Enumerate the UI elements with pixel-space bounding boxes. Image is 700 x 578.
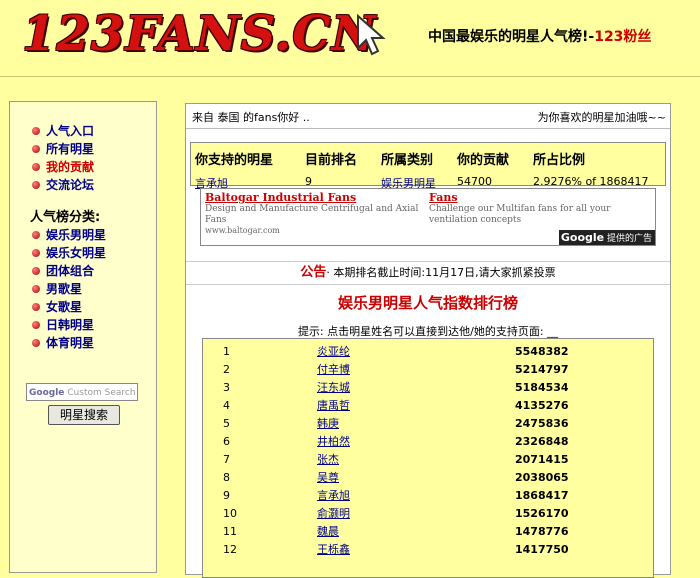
ad-desc-baltogar: Design and Manufacture Centrifugal and A…	[205, 204, 419, 225]
bullet-icon	[32, 144, 40, 153]
bullet-icon	[32, 284, 40, 293]
stats-header-ratio: 所占比例	[533, 153, 586, 168]
table-row: 2 付辛博 5214797	[203, 361, 653, 379]
stats-header-category: 所属类别	[381, 153, 434, 168]
bullet-icon	[32, 230, 40, 239]
category-heading: 人气榜分类:	[30, 210, 101, 225]
category-item-sports-stars[interactable]: 体育明星	[32, 334, 106, 352]
current-rank: 9	[305, 175, 312, 188]
table-row: 9 言承旭 1868417	[203, 487, 653, 505]
star-name-link[interactable]: 吴尊	[317, 469, 339, 487]
stats-header-rank: 目前排名	[305, 153, 358, 168]
star-name-link[interactable]: 汪东城	[317, 379, 350, 397]
announcement-text: · 本期排名截止时间:11月17日,请大家抓紧投票	[326, 266, 556, 279]
bullet-icon	[32, 162, 40, 171]
table-row: 6 井柏然 2326848	[203, 433, 653, 451]
table-row: 4 唐禹哲 4135276	[203, 397, 653, 415]
star-name-link[interactable]: 唐禹哲	[317, 397, 350, 415]
table-row: 1 炎亚纶 5548382	[203, 343, 653, 361]
star-search-button[interactable]: 明星搜索	[48, 405, 120, 425]
bullet-icon	[32, 248, 40, 257]
sidebar-item-forum[interactable]: 交流论坛	[32, 176, 94, 194]
table-row: 3 汪东城 5184534	[203, 379, 653, 397]
slogan-main: 中国最娱乐的明星人气榜!-	[428, 29, 595, 45]
site-header: 123FANS.CN 中国最娱乐的明星人气榜!-123粉丝	[0, 0, 700, 77]
ad-url-baltogar[interactable]: www.baltogar.com	[205, 226, 425, 235]
main-panel: 来自 泰国 的fans你好 .. 为你喜欢的明星加油哦~~ 你支持的明星 言承旭…	[185, 103, 671, 578]
category-item-male-stars[interactable]: 娱乐男明星	[32, 226, 106, 244]
table-row: 11 魏晨 1478776	[203, 523, 653, 541]
stats-header-contribution: 你的贡献	[457, 153, 510, 168]
sidebar-item-popularity-entry[interactable]: 人气入口	[32, 122, 94, 140]
star-name-link[interactable]: 俞灏明	[317, 505, 350, 523]
google-logo: Google	[29, 388, 65, 398]
bullet-icon	[32, 302, 40, 311]
table-row: 10 俞灏明 1526170	[203, 505, 653, 523]
sidebar-item-all-stars[interactable]: 所有明星	[32, 140, 94, 158]
table-row: 7 张杰 2071415	[203, 451, 653, 469]
contribution-stats: 你支持的明星 言承旭 目前排名 9 所属类别 娱乐男明星 你的贡献 54700 …	[190, 142, 666, 190]
category-item-female-singers[interactable]: 女歌星	[32, 298, 106, 316]
table-row: 8 吴尊 2038065	[203, 469, 653, 487]
star-name-link[interactable]: 韩庚	[317, 415, 339, 433]
ads-by-google-badge[interactable]: Google 提供的广告	[559, 230, 655, 245]
announcement-keyword: 公告	[300, 265, 327, 280]
cheer-text: 为你喜欢的明星加油哦~~	[537, 111, 666, 124]
ranking-title: 娱乐男明星人气指数排行榜	[337, 294, 518, 312]
site-slogan: 中国最娱乐的明星人气榜!-123粉丝	[428, 26, 651, 46]
slogan-accent: 123粉丝	[594, 29, 652, 45]
announcement-bar: 公告· 本期排名截止时间:11月17日,请大家抓紧投票	[186, 261, 670, 285]
star-name-link[interactable]: 言承旭	[317, 487, 350, 505]
bullet-icon	[32, 266, 40, 275]
google-ad-block: Baltogar Industrial Fans Design and Manu…	[200, 188, 656, 246]
ad-desc-fans: Challenge our Multifan fans for all your…	[429, 204, 611, 225]
site-logo[interactable]: 123FANS.CN	[22, 6, 376, 62]
welcome-bar: 来自 泰国 的fans你好 .. 为你喜欢的明星加油哦~~	[186, 104, 670, 129]
star-name-link[interactable]: 王栎鑫	[317, 541, 350, 559]
contribution-ratio: 2.9276% of 1868417	[533, 175, 649, 188]
ranking-table: 1 炎亚纶 5548382 2 付辛博 5214797 3 汪东城 5184534 4 唐禹哲…	[202, 338, 654, 578]
ranking-hint: 提示: 点击明星姓名可以直接到达他/她的支持页面: __	[297, 325, 559, 338]
table-row: 5 韩庚 2475836	[203, 415, 653, 433]
category-menu: 娱乐男明星 娱乐女明星 团体组合 男歌星 女歌星 日韩明星 体育明星	[32, 226, 106, 352]
star-name-link[interactable]: 井柏然	[317, 433, 350, 451]
my-contribution: 54700	[457, 175, 492, 188]
table-row: 12 王栎鑫 1417750	[203, 541, 653, 559]
ad-title-baltogar[interactable]: Baltogar Industrial Fans	[205, 191, 425, 204]
bullet-icon	[32, 126, 40, 135]
category-item-groups[interactable]: 团体组合	[32, 262, 106, 280]
bullet-icon	[32, 320, 40, 329]
category-item-female-stars[interactable]: 娱乐女明星	[32, 244, 106, 262]
star-name-link[interactable]: 付辛博	[317, 361, 350, 379]
sidebar-item-my-contribution[interactable]: 我的贡献	[32, 158, 94, 176]
search-input[interactable]: Google Custom Search	[26, 383, 138, 401]
sidebar: 人气入口 所有明星 我的贡献 交流论坛 人气榜分类: 娱乐男明星 娱乐女明星 团…	[9, 101, 157, 573]
bullet-icon	[32, 180, 40, 189]
ad-title-fans[interactable]: Fans	[429, 191, 651, 204]
star-name-link[interactable]: 魏晨	[317, 523, 339, 541]
category-item-male-singers[interactable]: 男歌星	[32, 280, 106, 298]
cursor-icon	[357, 14, 386, 56]
star-name-link[interactable]: 炎亚纶	[317, 343, 350, 361]
bullet-icon	[32, 338, 40, 347]
welcome-text: 来自 泰国 的fans你好 ..	[192, 111, 310, 124]
stats-header-star: 你支持的明星	[195, 153, 274, 168]
sidebar-menu: 人气入口 所有明星 我的贡献 交流论坛	[32, 122, 94, 194]
category-item-jp-kr-stars[interactable]: 日韩明星	[32, 316, 106, 334]
star-name-link[interactable]: 张杰	[317, 451, 339, 469]
search-placeholder: Custom Search	[67, 388, 136, 398]
